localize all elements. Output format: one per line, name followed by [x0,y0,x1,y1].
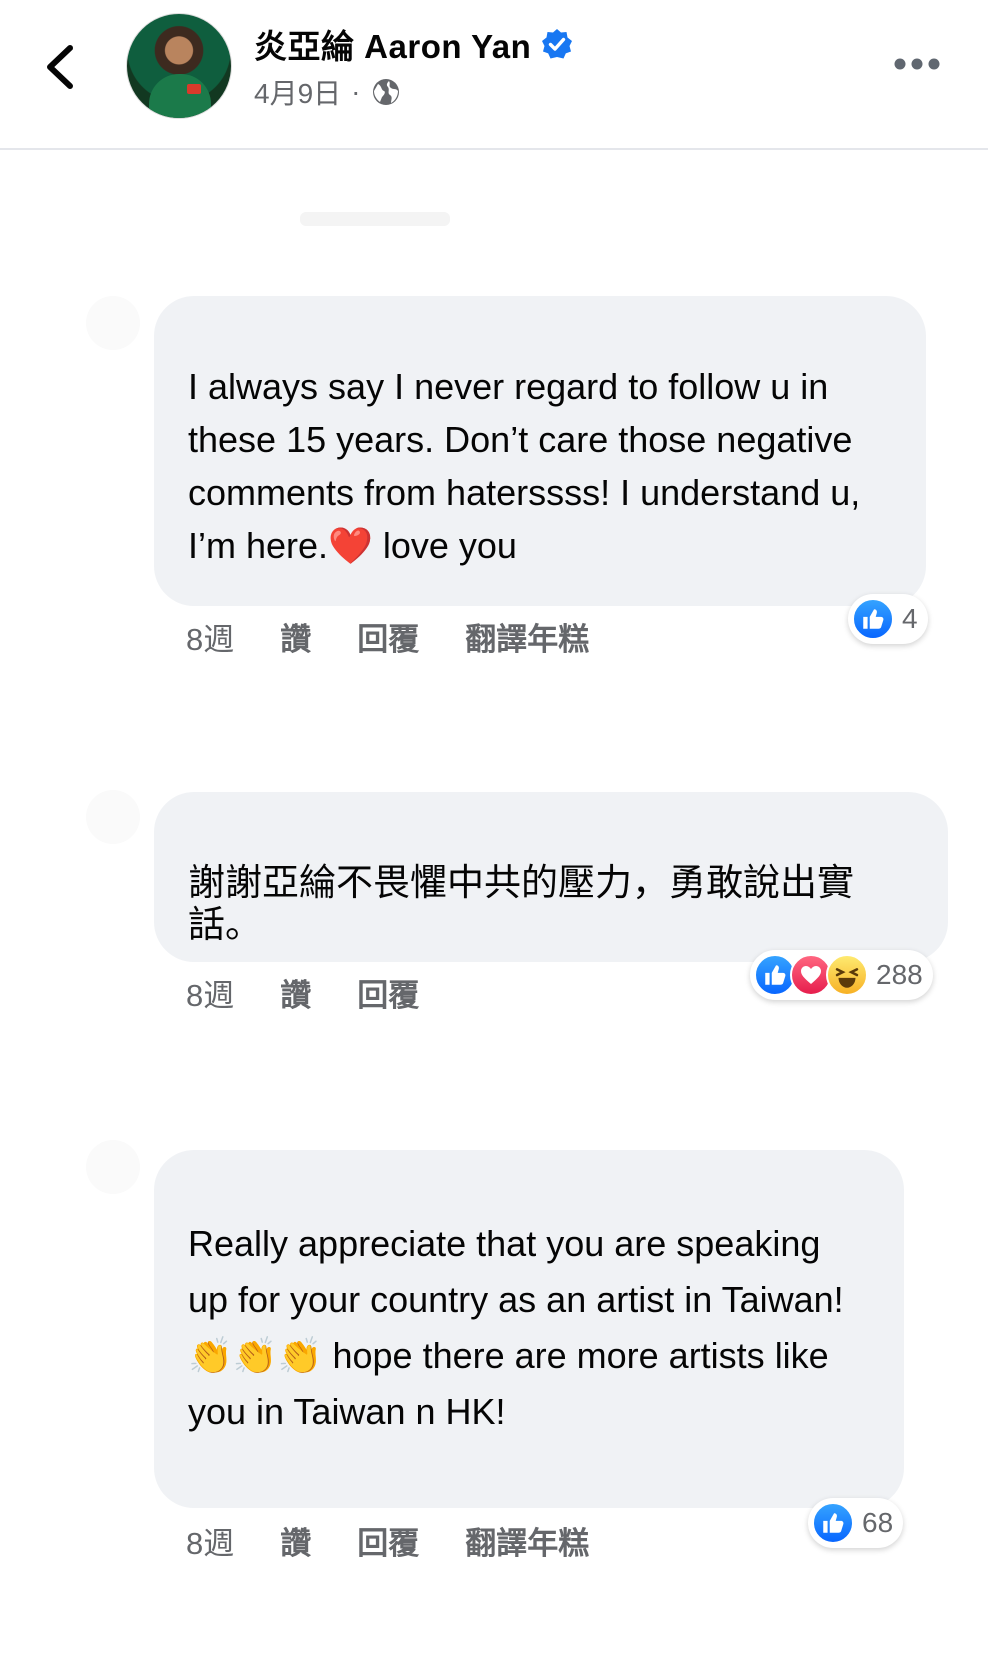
like-reaction-icon [852,598,894,640]
comment-2: 謝謝亞綸不畏懼中共的壓力，勇敢說出實話。 [154,792,948,962]
more-options-icon[interactable] [894,56,940,72]
page-avatar[interactable] [126,13,232,119]
post-date[interactable]: 4月9日 [254,72,341,112]
comment-time[interactable]: 8週 [186,614,234,659]
avatar-shirt-shape [149,74,211,118]
avatar-accent-shape [187,84,201,94]
reaction-count: 288 [876,959,923,990]
reply-action[interactable]: 回覆 [357,970,419,1015]
reaction-summary[interactable]: 4 [848,594,928,644]
translate-action[interactable]: 翻譯年糕 [465,1518,589,1563]
globe-icon [373,79,400,105]
comment-3-actions: 8週 讚 回覆 翻譯年糕 [186,1518,589,1563]
blurred-content [300,212,450,226]
blurred-avatar [86,296,140,350]
reply-action[interactable]: 回覆 [357,614,419,659]
comment-time[interactable]: 8週 [186,1518,234,1563]
page-name-row: 炎亞綸 Aaron Yan [254,22,573,66]
translate-action[interactable]: 翻譯年糕 [465,614,589,659]
meta-separator: · [351,76,361,107]
comment-text: Really appreciate that you are speaking … [188,1223,854,1432]
like-reaction-icon [812,1502,854,1544]
page-name[interactable]: 炎亞綸 Aaron Yan [254,20,531,68]
verified-badge-icon [542,29,573,59]
comment-1-actions: 8週 讚 回覆 翻譯年糕 [186,614,589,659]
like-action[interactable]: 讚 [280,1518,311,1563]
reply-action[interactable]: 回覆 [357,1518,419,1563]
post-header: 炎亞綸 Aaron Yan 4月9日 · [0,0,988,150]
comment-1: I always say I never regard to follow u … [154,296,926,606]
like-action[interactable]: 讚 [280,614,311,659]
reaction-summary[interactable]: 68 [808,1498,904,1548]
comment-bubble[interactable]: I always say I never regard to follow u … [154,296,926,606]
comment-text: 謝謝亞綸不畏懼中共的壓力，勇敢說出實話。 [188,862,854,945]
reaction-count: 4 [902,603,918,634]
back-chevron-icon[interactable] [40,42,80,92]
reaction-summary[interactable]: 288 [750,950,933,1000]
blurred-avatar [86,790,140,844]
comment-2-actions: 8週 讚 回覆 [186,970,419,1015]
reaction-count: 68 [862,1507,894,1538]
blurred-avatar [86,1140,140,1194]
comment-bubble[interactable]: Really appreciate that you are speaking … [154,1150,904,1508]
post-meta: 4月9日 · [254,72,402,112]
like-action[interactable]: 讚 [280,970,311,1015]
comment-bubble[interactable]: 謝謝亞綸不畏懼中共的壓力，勇敢說出實話。 [154,792,948,962]
haha-reaction-icon [826,954,868,996]
comment-3: Really appreciate that you are speaking … [154,1150,904,1508]
comment-text: I always say I never regard to follow u … [188,366,871,566]
comment-time[interactable]: 8週 [186,970,234,1015]
